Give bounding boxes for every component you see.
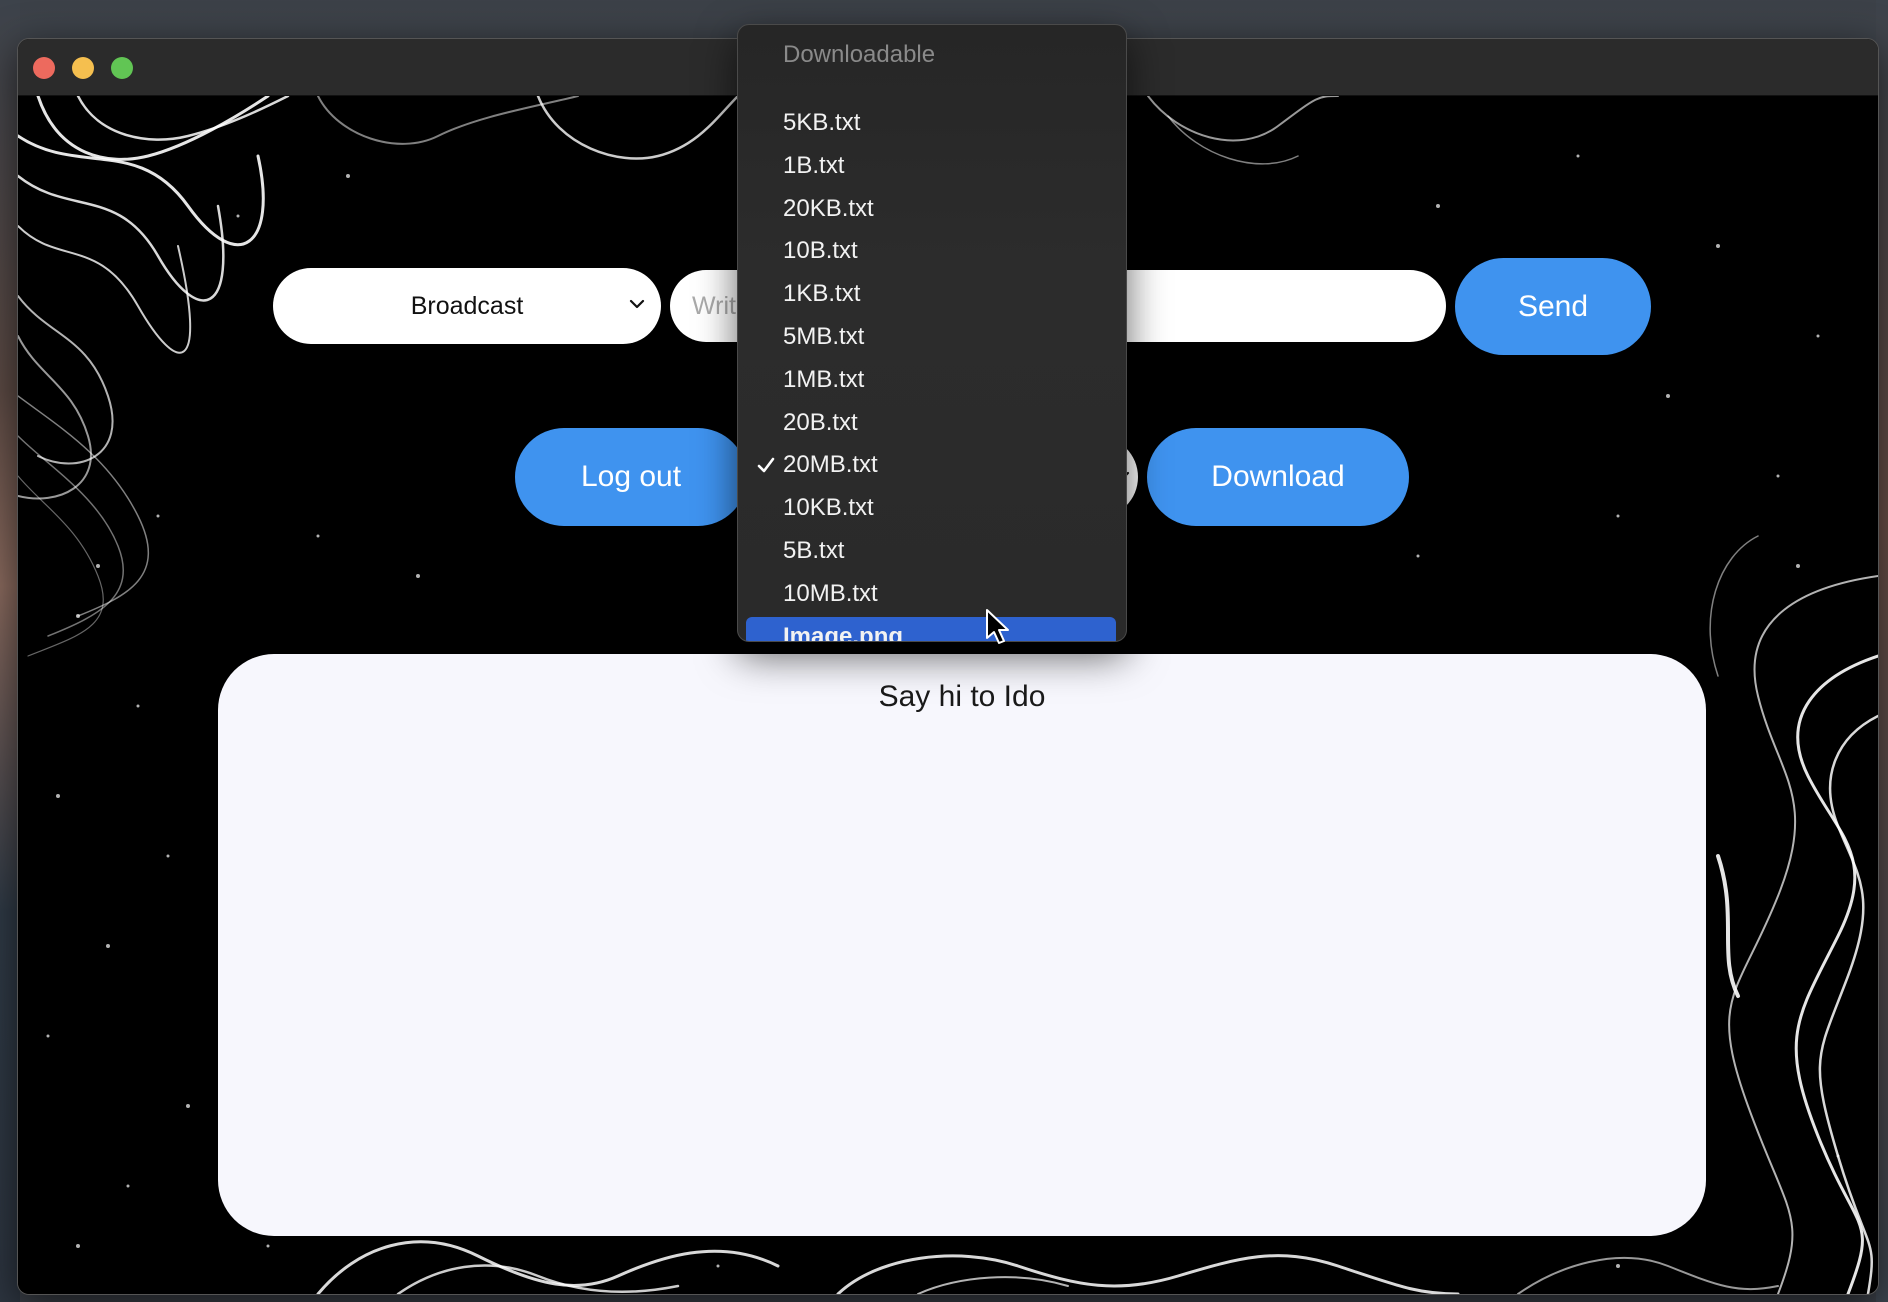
menu-item[interactable]: 20KB.txt: [746, 189, 1116, 229]
menu-item[interactable]: 20B.txt: [746, 403, 1116, 443]
menu-item[interactable]: 10B.txt: [746, 231, 1116, 271]
menu-item-label: 10KB.txt: [783, 494, 874, 522]
menu-item-label: 5B.txt: [783, 537, 845, 564]
close-window-button[interactable]: [33, 57, 55, 79]
menu-item[interactable]: 5KB.txt: [746, 103, 1116, 143]
menu-item-label: 20KB.txt: [783, 194, 874, 222]
menu-item[interactable]: Image.png: [746, 616, 1116, 642]
chat-panel: Say hi to Ido: [218, 654, 1706, 1236]
chevron-down-icon: [629, 299, 645, 309]
recipient-select-value: Broadcast: [410, 291, 524, 320]
menu-item[interactable]: 1MB.txt: [746, 360, 1116, 400]
mouse-cursor-icon: [986, 609, 1009, 644]
menu-item-label: 10B.txt: [783, 237, 858, 265]
minimize-window-button[interactable]: [72, 57, 94, 79]
menu-item-label: Image.png: [783, 622, 904, 642]
chat-greeting: Say hi to Ido: [878, 680, 1046, 713]
file-dropdown-menu: Downloadable 5KB.txt 1B.txt 20KB.txt 10B.tx…: [737, 24, 1127, 642]
menu-group-header: Downloadable: [783, 41, 936, 68]
menu-item-label: 5MB.txt: [783, 323, 865, 350]
menu-item[interactable]: 10KB.txt: [746, 488, 1116, 528]
menu-item-label: 1MB.txt: [783, 365, 865, 393]
recipient-select[interactable]: Broadcast: [273, 268, 661, 344]
send-button[interactable]: Send: [1455, 258, 1651, 355]
menu-item[interactable]: 1B.txt: [746, 146, 1116, 186]
maximize-window-button[interactable]: [111, 57, 133, 79]
menu-item[interactable]: 5B.txt: [746, 531, 1116, 571]
menu-item-label: 20B.txt: [783, 408, 858, 436]
menu-item[interactable]: 1KB.txt: [746, 274, 1116, 314]
menu-item[interactable]: 10MB.txt: [746, 574, 1116, 614]
menu-item-label: 1B.txt: [783, 151, 845, 179]
menu-item[interactable]: 20MB.txt: [746, 445, 1116, 485]
menu-item-label: 20MB.txt: [783, 451, 878, 479]
menu-item-label: 1KB.txt: [783, 280, 861, 308]
menu-item-label: 10MB.txt: [783, 579, 878, 607]
download-button[interactable]: Download: [1147, 428, 1409, 526]
logout-button[interactable]: Log out: [515, 428, 747, 526]
menu-item[interactable]: 5MB.txt: [746, 317, 1116, 357]
checkmark-icon: [757, 458, 775, 473]
menu-item-label: 5KB.txt: [783, 109, 861, 136]
